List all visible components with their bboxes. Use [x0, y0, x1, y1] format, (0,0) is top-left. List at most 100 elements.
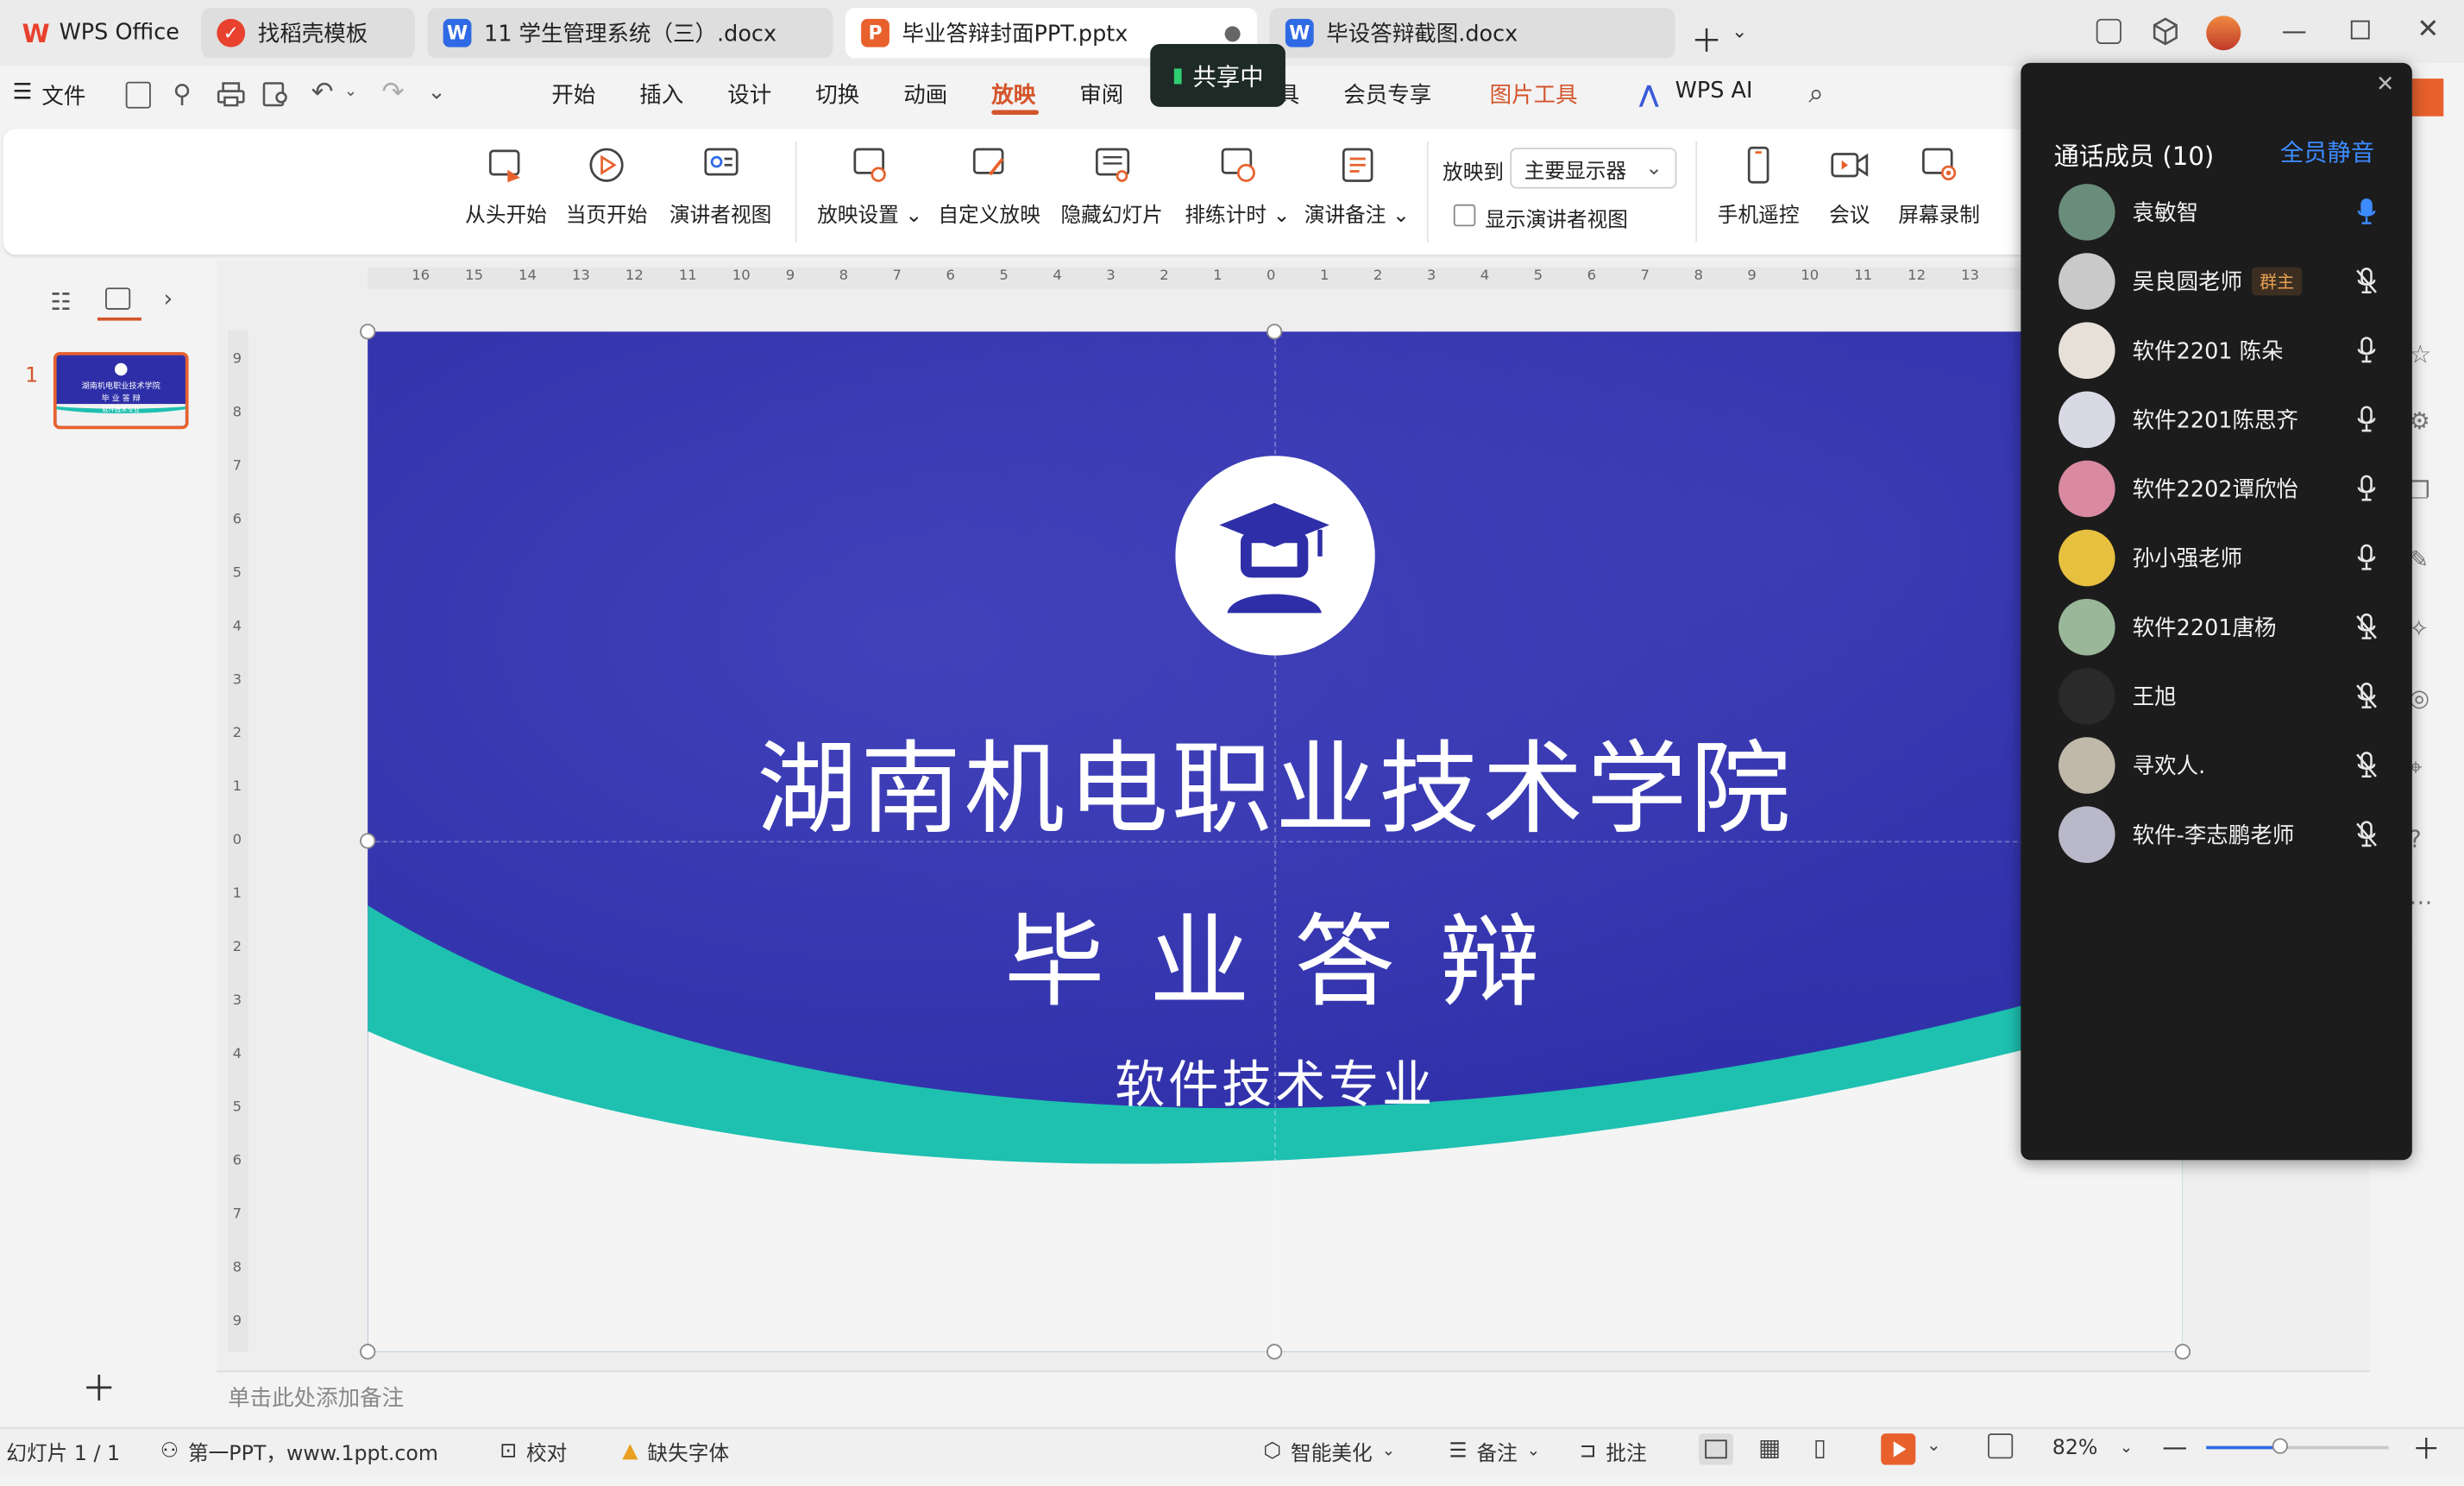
- minimize-icon[interactable]: —: [2282, 16, 2307, 46]
- tab-defense-screenshot-doc[interactable]: W 毕设答辩截图.docx: [1269, 8, 1675, 59]
- call-member-row[interactable]: 软件2202谭欣怡: [2059, 457, 2397, 520]
- outline-view-icon[interactable]: ☷: [50, 287, 72, 316]
- template-info[interactable]: ⚇ 第一PPT，www.1ppt.com: [160, 1437, 438, 1466]
- mic-icon[interactable]: [2355, 337, 2377, 365]
- normal-view-button[interactable]: [1698, 1433, 1734, 1465]
- resize-handle[interactable]: [1267, 1344, 1283, 1360]
- call-member-row[interactable]: 软件2201唐杨: [2059, 595, 2397, 658]
- phone-remote-button[interactable]: 手机遥控: [1718, 145, 1800, 228]
- mic-muted-icon[interactable]: [2355, 682, 2377, 710]
- custom-show-button[interactable]: 自定义放映: [938, 145, 1040, 228]
- zoom-out-icon[interactable]: —: [2162, 1432, 2187, 1462]
- call-member-row[interactable]: 吴良圆老师 群主: [2059, 250, 2397, 313]
- slide-view-icon[interactable]: [105, 287, 131, 310]
- call-member-row[interactable]: 孙小强老师: [2059, 526, 2397, 589]
- zoom-in-icon[interactable]: ＋: [2412, 1427, 2441, 1468]
- close-panel-icon[interactable]: ✕: [2376, 72, 2394, 98]
- file-menu[interactable]: ☰ 文件: [13, 80, 86, 111]
- undo-icon[interactable]: ↶: [311, 77, 334, 108]
- close-window-icon[interactable]: ✕: [2417, 14, 2439, 45]
- menu-transition[interactable]: 切换: [815, 79, 859, 110]
- add-slide-plus-icon[interactable]: ＋: [82, 1361, 116, 1411]
- mic-muted-icon[interactable]: [2355, 752, 2377, 780]
- proofread-button[interactable]: ⊡ 校对: [500, 1437, 567, 1466]
- resize-handle[interactable]: [360, 1344, 376, 1360]
- tab-docer[interactable]: ✓ 找稻壳模板: [201, 8, 415, 59]
- slide-major[interactable]: 软件技术专业: [368, 1045, 2183, 1118]
- cube-icon[interactable]: [2151, 17, 2179, 46]
- menu-home[interactable]: 开始: [551, 79, 595, 110]
- slide-subtitle[interactable]: 毕 业 答 辩: [368, 882, 2183, 1027]
- presenter-view-checkbox[interactable]: [1453, 204, 1476, 227]
- call-member-row[interactable]: 袁敏智: [2059, 180, 2397, 243]
- missing-font-button[interactable]: ▲ 缺失字体: [622, 1437, 729, 1466]
- mic-icon[interactable]: [2355, 475, 2377, 503]
- mic-muted-icon[interactable]: [2355, 268, 2377, 296]
- from-start-button[interactable]: 从头开始: [465, 145, 547, 228]
- slide-title[interactable]: 湖南机电职业技术学院: [368, 708, 2183, 853]
- mic-icon[interactable]: [2355, 544, 2377, 572]
- search-icon[interactable]: ⌕: [1808, 79, 1823, 110]
- star-icon[interactable]: ☆: [2409, 339, 2431, 369]
- tab-list-chevron-icon[interactable]: ⌄: [1732, 21, 1747, 42]
- save-icon[interactable]: [125, 81, 151, 109]
- call-member-row[interactable]: 软件2201 陈朵: [2059, 319, 2397, 382]
- share-link-icon[interactable]: ⚲: [173, 79, 191, 109]
- screen-share-badge[interactable]: ▮ 共享中: [1150, 43, 1285, 107]
- menu-review[interactable]: 审阅: [1079, 79, 1123, 110]
- slide[interactable]: 湖南机电职业技术学院 毕 业 答 辩 软件技术专业: [368, 331, 2183, 1352]
- notes-toggle-button[interactable]: ☰ 备注 ⌄: [1449, 1437, 1540, 1466]
- slide-sorter-icon[interactable]: ▦: [1758, 1433, 1781, 1462]
- print-preview-icon[interactable]: [262, 82, 291, 107]
- tab-wps-office[interactable]: W WPS Office: [6, 8, 187, 59]
- rehearse-timing-button[interactable]: 排练计时 ⌄: [1185, 145, 1290, 228]
- mute-all-button[interactable]: 全员静音: [2280, 135, 2374, 168]
- hide-slide-button[interactable]: 隐藏幻灯片: [1060, 145, 1163, 228]
- mic-icon[interactable]: [2355, 198, 2377, 226]
- redo-icon[interactable]: ↷: [382, 77, 405, 108]
- resize-handle[interactable]: [2174, 1344, 2191, 1360]
- menu-wps-ai[interactable]: WPS AI: [1675, 79, 1753, 104]
- mic-muted-icon[interactable]: [2355, 613, 2377, 641]
- comments-button[interactable]: ⊐ 批注: [1580, 1437, 1647, 1466]
- slide-thumbnail[interactable]: 湖南机电职业技术学院 毕 业 答 辩 软件技术专业: [53, 351, 189, 430]
- share-button-edge[interactable]: [2411, 79, 2444, 116]
- call-member-row[interactable]: 王旭: [2059, 664, 2397, 727]
- tab-student-system-doc[interactable]: W 11 学生管理系统（三）.docx: [427, 8, 833, 59]
- resize-handle[interactable]: [360, 833, 376, 849]
- play-slideshow-button[interactable]: [1881, 1433, 1916, 1465]
- resize-handle[interactable]: [1267, 324, 1283, 340]
- undo-dropdown-icon[interactable]: ⌄: [344, 84, 357, 101]
- new-tab-plus-icon[interactable]: ＋: [1691, 16, 1722, 61]
- menu-insert[interactable]: 插入: [639, 79, 683, 110]
- play-dropdown-icon[interactable]: ⌄: [1927, 1435, 1941, 1456]
- mic-muted-icon[interactable]: [2355, 821, 2377, 849]
- speaker-notes-button[interactable]: 演讲备注 ⌄: [1304, 145, 1410, 228]
- resize-handle[interactable]: [360, 324, 376, 340]
- fit-window-icon[interactable]: [1988, 1433, 2014, 1459]
- chevron-right-icon[interactable]: ›: [163, 285, 173, 313]
- beautify-button[interactable]: ⬡ 智能美化 ⌄: [1263, 1437, 1395, 1466]
- notes-pane[interactable]: 单击此处添加备注: [217, 1370, 2370, 1429]
- mic-icon[interactable]: [2355, 406, 2377, 434]
- menu-picture-tools[interactable]: 图片工具: [1490, 79, 1578, 110]
- user-avatar[interactable]: [2206, 16, 2241, 51]
- menu-slideshow[interactable]: 放映: [991, 79, 1035, 110]
- call-member-row[interactable]: 软件2201陈思齐: [2059, 388, 2397, 451]
- zoom-slider[interactable]: [2206, 1438, 2389, 1454]
- screen-record-button[interactable]: 屏幕录制: [1898, 145, 1980, 228]
- from-current-button[interactable]: 当页开始: [566, 145, 647, 228]
- quick-access-chevron-icon[interactable]: ⌄: [427, 80, 445, 105]
- menu-design[interactable]: 设计: [727, 79, 771, 110]
- reading-view-icon[interactable]: ▯: [1813, 1433, 1826, 1462]
- call-member-row[interactable]: 寻欢人.: [2059, 734, 2397, 797]
- presenter-view-button[interactable]: 演讲者视图: [669, 145, 771, 228]
- zoom-level[interactable]: 82% ⌄: [2052, 1437, 2133, 1460]
- print-icon[interactable]: [217, 82, 245, 107]
- slideshow-settings-button[interactable]: 放映设置 ⌄: [817, 145, 922, 228]
- more-icon[interactable]: ⋯: [2409, 888, 2432, 916]
- menu-member[interactable]: 会员专享: [1343, 79, 1431, 110]
- meeting-button[interactable]: 会议: [1829, 145, 1870, 228]
- call-member-row[interactable]: 软件-李志鹏老师: [2059, 803, 2397, 866]
- menu-animation[interactable]: 动画: [903, 79, 947, 110]
